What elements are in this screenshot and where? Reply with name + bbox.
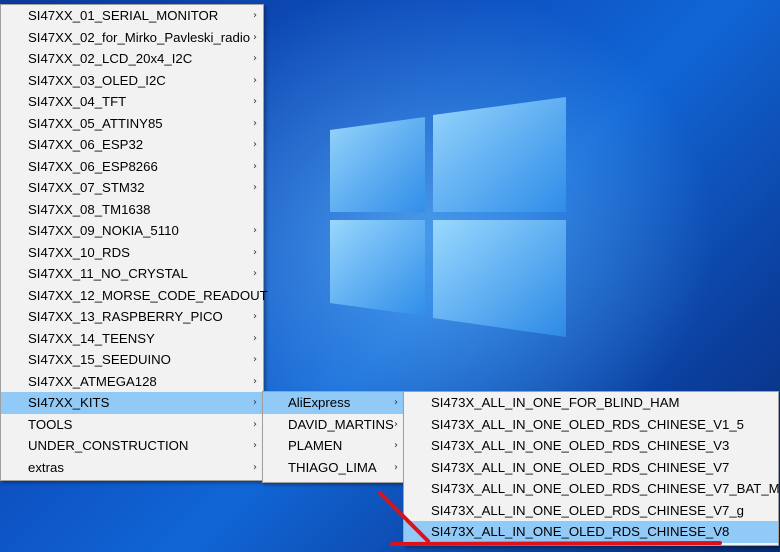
submenu-arrow-icon: › <box>253 117 257 129</box>
submenu-arrow-icon: › <box>253 268 257 279</box>
menu3-item-label: SI473X_ALL_IN_ONE_OLED_RDS_CHINESE_V7_g <box>431 502 745 518</box>
menu1-item-label: SI47XX_06_ESP32 <box>28 137 144 152</box>
menu1-item-label: SI47XX_15_SEEDUINO <box>28 352 171 367</box>
submenu-arrow-icon: › <box>394 418 398 430</box>
menu1-item-label: SI47XX_05_ATTINY85 <box>28 115 163 131</box>
menu1-item-label: SI47XX_13_RASPBERRY_PICO <box>28 309 223 324</box>
menu3-item-label: SI473X_ALL_IN_ONE_OLED_RDS_CHINESE_V7_BA… <box>431 481 780 496</box>
submenu-arrow-icon: › <box>253 53 257 64</box>
menu1-item[interactable]: UNDER_CONSTRUCTION › <box>1 435 263 457</box>
menu1-item[interactable]: SI47XX_KITS › <box>1 392 263 414</box>
submenu-arrow-icon: › <box>253 397 257 408</box>
menu1-item-label: SI47XX_02_for_Mirko_Pavleski_radio <box>28 29 251 45</box>
menu1-item[interactable]: SI47XX_01_SERIAL_MONITOR › <box>1 5 263 27</box>
menu1-item-label: SI47XX_02_LCD_20x4_I2C <box>28 51 193 66</box>
submenu-arrow-icon: › <box>253 354 257 365</box>
submenu-arrow-icon: › <box>253 74 257 86</box>
menu1-item[interactable]: SI47XX_09_NOKIA_5110 › <box>1 220 263 242</box>
submenu-arrow-icon: › <box>253 440 257 451</box>
submenu-arrow-icon: › <box>253 246 257 258</box>
menu1-item[interactable]: SI47XX_06_ESP8266 › <box>1 156 263 178</box>
menu1-item-label: SI47XX_01_SERIAL_MONITOR <box>28 8 219 23</box>
menu1-item-label: SI47XX_14_TEENSY <box>28 330 155 346</box>
menu2-item[interactable]: DAVID_MARTINS › <box>263 414 404 436</box>
menu1-item-label: SI47XX_11_NO_CRYSTAL <box>28 266 188 281</box>
submenu-arrow-icon: › <box>253 160 257 172</box>
menu1-item[interactable]: SI47XX_12_MORSE_CODE_READOUT <box>1 285 268 307</box>
menu1-item[interactable]: SI47XX_06_ESP32 › <box>1 134 263 156</box>
menu2-item-label: AliExpress <box>288 395 351 410</box>
menu1-item-label: SI47XX_08_TM1638 <box>28 201 151 217</box>
menu1-item[interactable]: SI47XX_02_LCD_20x4_I2C › <box>1 48 263 70</box>
menu1-item-label: SI47XX_03_OLED_I2C <box>28 72 166 88</box>
menu3-item-label: SI473X_ALL_IN_ONE_OLED_RDS_CHINESE_V7 <box>431 459 730 475</box>
menu2-item-label: PLAMEN <box>288 438 343 453</box>
menu2-item-label: DAVID_MARTINS <box>288 416 394 432</box>
menu1-item-label: SI47XX_10_RDS <box>28 244 130 260</box>
menu1-item[interactable]: SI47XX_08_TM1638 <box>1 199 263 221</box>
menu1-item-label: SI47XX_09_NOKIA_5110 <box>28 223 179 238</box>
menu1-item[interactable]: SI47XX_10_RDS › <box>1 242 263 264</box>
menu3-item[interactable]: SI473X_ALL_IN_ONE_OLED_RDS_CHINESE_V3 <box>404 435 778 457</box>
menu1-item[interactable]: SI47XX_04_TFT › <box>1 91 263 113</box>
menu1-item-label: extras <box>28 459 64 475</box>
submenu-arrow-icon: › <box>253 10 257 21</box>
menu1-item-label: UNDER_CONSTRUCTION <box>28 438 189 453</box>
menu1-item-label: TOOLS <box>28 416 73 432</box>
menu1-item-label: SI47XX_KITS <box>28 395 110 410</box>
menu1-item[interactable]: SI47XX_ATMEGA128 › <box>1 371 263 393</box>
submenu-arrow-icon: › <box>394 397 398 408</box>
context-menu-level1: SI47XX_01_SERIAL_MONITOR › SI47XX_02_for_M… <box>0 4 268 481</box>
menu1-item[interactable]: SI47XX_15_SEEDUINO › <box>1 349 263 371</box>
menu1-item[interactable]: TOOLS › <box>1 414 263 436</box>
submenu-arrow-icon: › <box>253 225 257 236</box>
submenu-arrow-icon: › <box>253 31 257 43</box>
menu3-item-label: SI473X_ALL_IN_ONE_FOR_BLIND_HAM <box>431 395 680 410</box>
submenu-arrow-icon: › <box>253 418 257 430</box>
menu1-item-label: SI47XX_ATMEGA128 <box>28 373 157 389</box>
submenu-arrow-icon: › <box>253 375 257 387</box>
submenu-arrow-icon: › <box>253 311 257 322</box>
menu1-item[interactable]: SI47XX_13_RASPBERRY_PICO › <box>1 306 263 328</box>
menu1-item[interactable]: SI47XX_07_STM32 › <box>1 177 263 199</box>
menu1-item[interactable]: SI47XX_11_NO_CRYSTAL › <box>1 263 263 285</box>
submenu-arrow-icon: › <box>253 182 257 193</box>
menu3-item[interactable]: SI473X_ALL_IN_ONE_OLED_RDS_CHINESE_V7 <box>404 457 778 479</box>
menu3-item[interactable]: SI473X_ALL_IN_ONE_OLED_RDS_CHINESE_V1_5 <box>404 414 778 436</box>
submenu-arrow-icon: › <box>253 332 257 344</box>
menu1-item[interactable]: SI47XX_02_for_Mirko_Pavleski_radio › <box>1 27 263 49</box>
context-menu-level2: AliExpress › DAVID_MARTINS › PLAMEN › THIAGO_L… <box>262 391 405 483</box>
context-menu-level3: SI473X_ALL_IN_ONE_FOR_BLIND_HAM SI473X_AL… <box>403 391 780 546</box>
menu1-item[interactable]: SI47XX_05_ATTINY85 › <box>1 113 263 135</box>
menu1-item[interactable]: extras › <box>1 457 263 479</box>
submenu-arrow-icon: › <box>394 440 398 451</box>
menu1-item-label: SI47XX_04_TFT <box>28 94 127 109</box>
submenu-arrow-icon: › <box>253 139 257 150</box>
menu2-item-label: THIAGO_LIMA <box>288 459 377 475</box>
menu3-item[interactable]: SI473X_ALL_IN_ONE_FOR_BLIND_HAM <box>404 392 778 414</box>
menu2-item[interactable]: AliExpress › <box>263 392 404 414</box>
submenu-arrow-icon: › <box>253 461 257 473</box>
menu2-item[interactable]: THIAGO_LIMA › <box>263 457 404 479</box>
menu3-item-label: SI473X_ALL_IN_ONE_OLED_RDS_CHINESE_V1_5 <box>431 416 745 432</box>
menu2-item[interactable]: PLAMEN › <box>263 435 404 457</box>
menu1-item-label: SI47XX_06_ESP8266 <box>28 158 158 174</box>
menu1-item-label: SI47XX_07_STM32 <box>28 180 145 195</box>
menu3-item[interactable]: SI473X_ALL_IN_ONE_OLED_RDS_CHINESE_V8 <box>404 521 778 543</box>
menu1-item-label: SI47XX_12_MORSE_CODE_READOUT <box>28 287 268 303</box>
menu1-item[interactable]: SI47XX_03_OLED_I2C › <box>1 70 263 92</box>
submenu-arrow-icon: › <box>394 461 398 473</box>
menu3-item-label: SI473X_ALL_IN_ONE_OLED_RDS_CHINESE_V3 <box>431 438 730 453</box>
menu3-item[interactable]: SI473X_ALL_IN_ONE_OLED_RDS_CHINESE_V7_BA… <box>404 478 780 500</box>
menu3-item-label: SI473X_ALL_IN_ONE_OLED_RDS_CHINESE_V8 <box>431 524 730 539</box>
submenu-arrow-icon: › <box>253 96 257 107</box>
menu1-item[interactable]: SI47XX_14_TEENSY › <box>1 328 263 350</box>
menu3-item[interactable]: SI473X_ALL_IN_ONE_OLED_RDS_CHINESE_V7_g <box>404 500 778 522</box>
